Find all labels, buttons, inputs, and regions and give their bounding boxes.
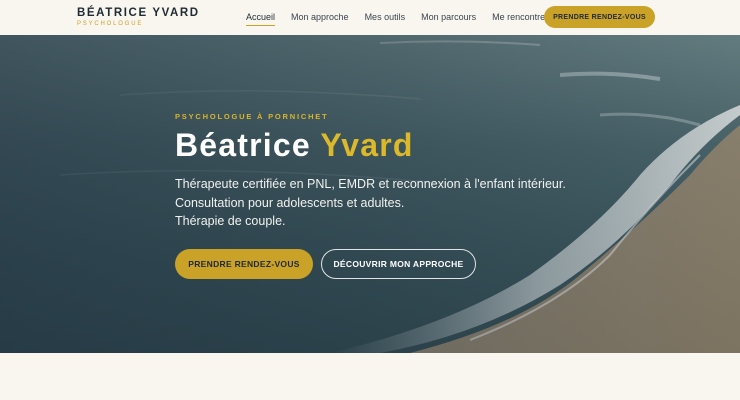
nav-item-me-rencontrer[interactable]: Me rencontrer [492,11,548,23]
hero-appointment-button[interactable]: PRENDRE RENDEZ-VOUS [175,249,313,279]
hero-buttons: PRENDRE RENDEZ-VOUS DÉCOUVRIR MON APPROC… [175,249,476,279]
nav-item-mon-parcours[interactable]: Mon parcours [421,11,476,23]
hero-section: PSYCHOLOGUE À PORNICHET Béatrice Yvard T… [0,35,740,353]
nav-item-accueil[interactable]: Accueil [246,11,276,26]
main-nav: Accueil Mon approche Mes outils Mon parc… [246,11,564,26]
brand-subtitle: PSYCHOLOGUE [77,21,144,27]
discover-approach-button[interactable]: DÉCOUVRIR MON APPROCHE [321,249,476,279]
nav-item-mes-outils[interactable]: Mes outils [365,11,406,23]
hero-title-last: Yvard [320,127,414,163]
hero-kicker: PSYCHOLOGUE À PORNICHET [175,112,329,121]
hero-title-first: Béatrice [175,127,311,163]
nav-item-mon-approche[interactable]: Mon approche [291,11,349,23]
site-header: BÉATRICE YVARD PSYCHOLOGUE Accueil Mon a… [0,0,740,35]
brand-logo[interactable]: BÉATRICE YVARD PSYCHOLOGUE [77,7,200,27]
page-content-area [0,353,740,400]
hero-content: PSYCHOLOGUE À PORNICHET Béatrice Yvard T… [175,112,566,231]
header-appointment-button[interactable]: PRENDRE RENDEZ-VOUS [544,6,655,28]
hero-title: Béatrice Yvard [175,127,566,163]
hero-line: Thérapeute certifiée en PNL, EMDR et rec… [175,177,566,191]
hero-line: Consultation pour adolescents et adultes… [175,195,405,210]
hero-description: Thérapeute certifiée en PNL, EMDR et rec… [175,175,566,231]
brand-name: BÉATRICE YVARD [77,7,200,19]
hero-line: Thérapie de couple. [175,214,286,228]
